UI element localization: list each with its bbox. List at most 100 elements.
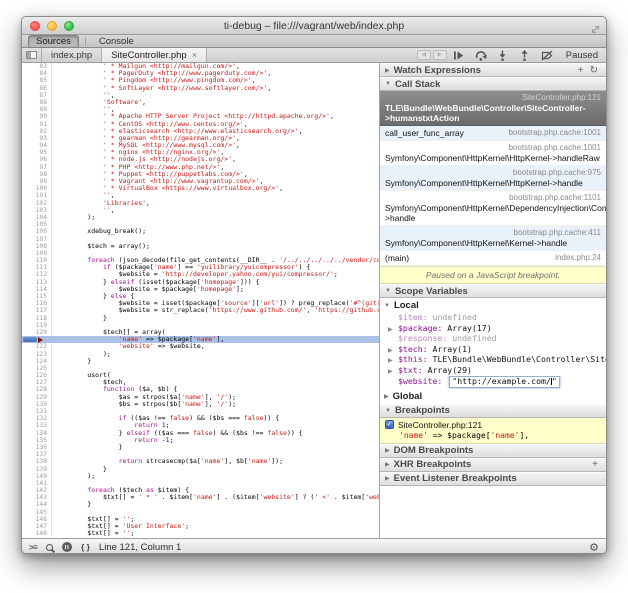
- line-number[interactable]: 108: [22, 243, 52, 250]
- step-out-button[interactable]: [514, 48, 536, 62]
- forward-icon[interactable]: ▶: [433, 50, 447, 60]
- zoom-window-icon[interactable]: [64, 21, 74, 31]
- line-number[interactable]: 118: [22, 315, 52, 322]
- close-window-icon[interactable]: [30, 21, 40, 31]
- expand-icon[interactable]: ▶: [388, 325, 393, 335]
- line-number[interactable]: 128: [22, 386, 52, 393]
- line-number[interactable]: 132: [22, 415, 52, 422]
- line-number[interactable]: 141: [22, 480, 52, 487]
- variable-row[interactable]: ▶$package: Array(17): [380, 324, 606, 335]
- line-number[interactable]: 101: [22, 192, 52, 199]
- line-number[interactable]: 89: [22, 106, 52, 113]
- line-number[interactable]: 99: [22, 178, 52, 185]
- line-number[interactable]: 131: [22, 408, 52, 415]
- step-into-button[interactable]: [492, 48, 514, 62]
- line-number[interactable]: 134: [22, 430, 52, 437]
- line-number[interactable]: 84: [22, 70, 52, 77]
- line-number[interactable]: 148: [22, 530, 52, 537]
- line-number[interactable]: 136: [22, 444, 52, 451]
- back-icon[interactable]: ◀: [417, 50, 431, 60]
- expand-icon[interactable]: ▶: [388, 346, 393, 356]
- line-number[interactable]: 86: [22, 85, 52, 92]
- line-number[interactable]: 90: [22, 113, 52, 120]
- add-xhr-breakpoint-icon[interactable]: +: [589, 459, 601, 470]
- line-number[interactable]: 93: [22, 135, 52, 142]
- line-number[interactable]: 120: [22, 329, 52, 336]
- resize-icon[interactable]: [591, 21, 600, 39]
- line-number[interactable]: 107: [22, 236, 52, 243]
- line-number[interactable]: 105: [22, 221, 52, 228]
- breakpoint-entry[interactable]: ✓SiteController.php:121'name' => $packag…: [380, 418, 606, 444]
- disable-breakpoints-button[interactable]: [536, 48, 558, 62]
- line-number[interactable]: 119: [22, 322, 52, 329]
- line-number[interactable]: 92: [22, 128, 52, 135]
- console-drawer-icon[interactable]: >≡: [29, 542, 37, 552]
- line-number[interactable]: 106: [22, 228, 52, 235]
- variable-row[interactable]: $website: "http://example.com/": [380, 376, 606, 389]
- tab-sources[interactable]: Sources: [28, 35, 79, 48]
- line-number[interactable]: 139: [22, 466, 52, 473]
- navigator-toggle-icon[interactable]: [22, 48, 42, 62]
- line-number[interactable]: 85: [22, 77, 52, 84]
- line-number[interactable]: 114: [22, 286, 52, 293]
- line-number[interactable]: 116: [22, 300, 52, 307]
- line-number[interactable]: 83: [22, 63, 52, 70]
- line-number[interactable]: 145: [22, 509, 52, 516]
- line-number[interactable]: 124: [22, 358, 52, 365]
- add-watch-icon[interactable]: +: [575, 65, 587, 76]
- line-number[interactable]: 95: [22, 149, 52, 156]
- section-dom-breakpoints[interactable]: ▶ DOM Breakpoints: [380, 444, 606, 458]
- tab-console[interactable]: Console: [92, 36, 141, 47]
- line-number[interactable]: 146: [22, 516, 52, 523]
- line-number[interactable]: 143: [22, 494, 52, 501]
- file-tab-index-php[interactable]: index.php: [42, 48, 102, 62]
- section-xhr-breakpoints[interactable]: ▶ XHR Breakpoints +: [380, 458, 606, 472]
- stack-frame[interactable]: SiteController.php:121TLE\Bundle\WebBund…: [380, 91, 606, 126]
- section-watch-expressions[interactable]: ▶ Watch Expressions + ↻: [380, 63, 606, 77]
- line-number[interactable]: 91: [22, 121, 52, 128]
- stack-frame[interactable]: bootstrap.php.cache:411Symfony\Component…: [380, 226, 606, 251]
- line-number[interactable]: 87: [22, 92, 52, 99]
- line-number[interactable]: 113: [22, 279, 52, 286]
- pause-on-exceptions-icon[interactable]: [62, 542, 72, 552]
- close-tab-icon[interactable]: ×: [192, 50, 197, 60]
- line-number[interactable]: 147: [22, 523, 52, 530]
- section-breakpoints[interactable]: ▼ Breakpoints: [380, 404, 606, 418]
- line-number[interactable]: 142: [22, 487, 52, 494]
- line-number[interactable]: 110: [22, 257, 52, 264]
- line-number[interactable]: 96: [22, 156, 52, 163]
- variable-row[interactable]: ▶$tech: Array(1): [380, 345, 606, 356]
- expand-icon[interactable]: ▶: [388, 367, 393, 377]
- line-number[interactable]: 137: [22, 451, 52, 458]
- title-bar[interactable]: ti-debug – file:///vagrant/web/index.php: [22, 17, 606, 35]
- search-icon[interactable]: [46, 544, 53, 551]
- stack-frame[interactable]: index.php:24(main): [380, 251, 606, 266]
- line-number[interactable]: 123: [22, 351, 52, 358]
- code-editor[interactable]: 83 ' * Mailgun <http://mailgun.com/>',84…: [22, 63, 380, 538]
- line-number[interactable]: 112: [22, 271, 52, 278]
- resume-button[interactable]: [448, 48, 470, 62]
- line-number[interactable]: 133: [22, 422, 52, 429]
- pretty-print-icon[interactable]: { }: [81, 542, 90, 552]
- line-number[interactable]: 98: [22, 171, 52, 178]
- gear-icon[interactable]: ⚙: [589, 542, 599, 553]
- line-number[interactable]: 109: [22, 250, 52, 257]
- variable-value-editor[interactable]: "http://example.com/": [449, 376, 560, 388]
- stack-frame[interactable]: bootstrap.php.cache:1101Symfony\Componen…: [380, 191, 606, 226]
- expand-icon[interactable]: ▶: [388, 356, 393, 366]
- line-number[interactable]: 135: [22, 437, 52, 444]
- line-number[interactable]: 111: [22, 264, 52, 271]
- line-number[interactable]: 102: [22, 200, 52, 207]
- breakpoint-checkbox[interactable]: ✓: [385, 420, 394, 429]
- line-number[interactable]: 130: [22, 401, 52, 408]
- file-tab-sitecontroller-php[interactable]: SiteController.php ×: [102, 48, 207, 62]
- line-number[interactable]: 100: [22, 185, 52, 192]
- line-number[interactable]: 125: [22, 365, 52, 372]
- line-number[interactable]: 103: [22, 207, 52, 214]
- line-number[interactable]: 97: [22, 164, 52, 171]
- scope-global-header[interactable]: ▶ Global: [380, 389, 606, 404]
- line-number[interactable]: 144: [22, 501, 52, 508]
- section-scope-variables[interactable]: ▼ Scope Variables: [380, 284, 606, 298]
- step-over-button[interactable]: [470, 48, 492, 62]
- line-number[interactable]: 129: [22, 394, 52, 401]
